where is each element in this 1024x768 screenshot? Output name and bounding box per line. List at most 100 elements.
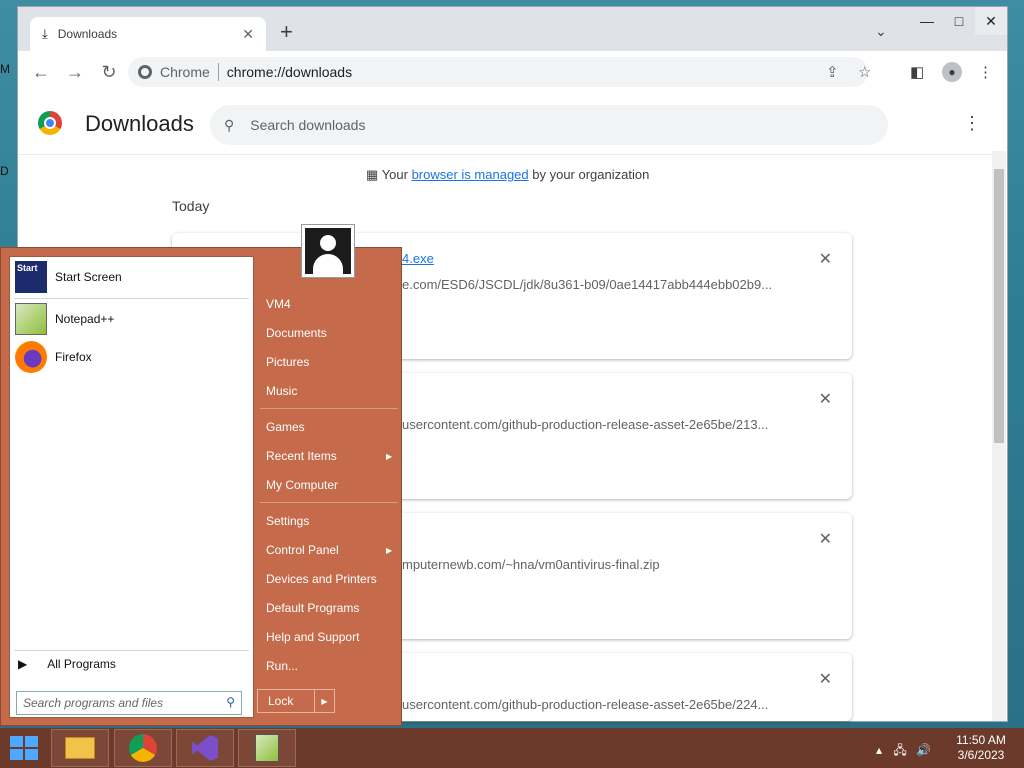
date-section-header: Today (172, 198, 210, 214)
browser-toolbar: ← → ↻ Chrome chrome://downloads ⇪ ☆ ◧ ● … (18, 51, 1007, 93)
desktop-icon-label: D (0, 164, 9, 178)
tab-search-icon[interactable]: ⌄ (875, 23, 887, 40)
taskbar-chrome[interactable] (114, 729, 172, 767)
divider (14, 650, 249, 651)
divider (14, 298, 249, 299)
firefox-label: Firefox (55, 350, 92, 364)
all-programs-label: All Programs (47, 657, 116, 671)
chrome-menu-icon[interactable]: ⋮ (978, 63, 993, 81)
control-panel-label: Control Panel (266, 543, 339, 557)
download-icon: ⤓ (42, 26, 48, 41)
start-item-documents[interactable]: Documents (266, 326, 327, 340)
side-panel-icon[interactable]: ◧ (910, 63, 924, 81)
start-menu: Start Start Screen Notepad++ Firefox ▶ A… (0, 247, 402, 726)
window-controls: — □ ✕ (911, 7, 1007, 35)
start-search-placeholder: Search programs and files (23, 696, 164, 710)
taskbar-visual-studio[interactable] (176, 729, 234, 767)
clock[interactable]: 11:50 AM 3/6/2023 (946, 733, 1016, 763)
search-icon: ⚲ (224, 116, 235, 133)
download-source-url[interactable]: e.com/ESD6/JSCDL/jdk/8u361-b09/0ae14417a… (402, 277, 772, 292)
address-bar[interactable]: Chrome chrome://downloads ⇪ ☆ (128, 57, 871, 87)
start-item-settings[interactable]: Settings (266, 514, 309, 528)
start-item-run[interactable]: Run... (266, 659, 298, 673)
all-programs-button[interactable]: ▶ All Programs (18, 657, 116, 671)
reload-button[interactable]: ↻ (92, 62, 126, 83)
tab-close-icon[interactable]: ✕ (242, 26, 254, 43)
volume-icon[interactable]: 🔊 (916, 743, 931, 757)
clock-time: 11:50 AM (956, 733, 1006, 747)
vertical-scrollbar[interactable] (992, 151, 1006, 721)
more-actions-icon[interactable]: ⋮ (963, 113, 981, 134)
taskbar-notepad-plus-plus[interactable] (238, 729, 296, 767)
bookmark-star-icon[interactable]: ☆ (858, 63, 871, 81)
omnibox-divider (217, 63, 219, 81)
system-tray: ▴ 🖧 🔊 (876, 741, 931, 762)
download-source-url[interactable]: usercontent.com/github-production-releas… (402, 417, 768, 432)
start-item-help-and-support[interactable]: Help and Support (266, 630, 359, 644)
submenu-arrow-icon: ▶ (386, 546, 393, 555)
notepad-plus-plus-item[interactable]: Notepad++ (15, 303, 114, 335)
building-icon: ▦ (366, 167, 379, 182)
start-item-devices-and-printers[interactable]: Devices and Printers (266, 572, 377, 586)
firefox-item[interactable]: Firefox (15, 341, 92, 373)
new-tab-button[interactable]: + (280, 21, 293, 43)
close-button[interactable]: ✕ (975, 7, 1007, 35)
download-file-link[interactable]: 4.exe (402, 251, 434, 266)
clock-date: 3/6/2023 (957, 748, 1005, 762)
download-source-url[interactable]: usercontent.com/github-production-releas… (402, 697, 768, 712)
remove-download-icon[interactable]: ✕ (819, 669, 832, 689)
page-title: Downloads (85, 111, 194, 136)
power-options-arrow-icon[interactable]: ▶ (314, 690, 334, 712)
managed-link[interactable]: browser is managed (412, 167, 529, 182)
chrome-logo-icon (38, 111, 62, 135)
start-item-default-programs[interactable]: Default Programs (266, 601, 359, 615)
start-screen-item[interactable]: Start Start Screen (15, 261, 122, 293)
triangle-right-icon: ▶ (18, 657, 28, 671)
start-item-control-panel[interactable]: Control Panel ▶ (266, 543, 392, 557)
taskbar: ▴ 🖧 🔊 11:50 AM 3/6/2023 (0, 728, 1024, 768)
start-item-music[interactable]: Music (266, 384, 297, 398)
visual-studio-icon (192, 735, 218, 761)
tab-strip: ⤓ Downloads ✕ + ⌄ — □ ✕ (18, 7, 1007, 51)
share-icon[interactable]: ⇪ (826, 63, 839, 81)
show-hidden-icons-icon[interactable]: ▴ (876, 743, 882, 757)
desktop-icon-label: M (0, 62, 10, 76)
windows-start-icon[interactable] (10, 736, 38, 760)
maximize-button[interactable]: □ (943, 7, 975, 35)
taskbar-file-explorer[interactable] (51, 729, 109, 767)
search-downloads-input[interactable]: ⚲ Search downloads (210, 105, 888, 145)
notepad-plus-plus-label: Notepad++ (55, 312, 115, 326)
managed-suffix: by your organization (528, 167, 650, 182)
start-item-my-computer[interactable]: My Computer (266, 478, 338, 492)
profile-avatar-icon[interactable]: ● (942, 62, 962, 82)
lock-button[interactable]: Lock ▶ (257, 689, 335, 713)
firefox-icon (15, 341, 47, 373)
start-screen-label: Start Screen (55, 270, 122, 284)
start-item-recent-items[interactable]: Recent Items ▶ (266, 449, 392, 463)
recent-items-label: Recent Items (266, 449, 337, 463)
managed-prefix: Your (381, 167, 412, 182)
remove-download-icon[interactable]: ✕ (819, 529, 832, 549)
divider (260, 408, 398, 409)
scrollbar-thumb[interactable] (994, 169, 1004, 443)
back-button[interactable]: ← (24, 62, 58, 83)
notepad-plus-plus-icon (255, 734, 279, 762)
minimize-button[interactable]: — (911, 7, 943, 35)
start-menu-programs-pane: Start Start Screen Notepad++ Firefox ▶ A… (9, 256, 254, 718)
start-item-pictures[interactable]: Pictures (266, 355, 309, 369)
start-search-input[interactable]: Search programs and files ⚲ (16, 691, 242, 715)
tab-downloads[interactable]: ⤓ Downloads ✕ (30, 17, 266, 51)
forward-button[interactable]: → (58, 62, 92, 83)
remove-download-icon[interactable]: ✕ (819, 249, 832, 269)
download-source-url[interactable]: mputernewb.com/~hna/vm0antivirus-final.z… (402, 557, 660, 572)
remove-download-icon[interactable]: ✕ (819, 389, 832, 409)
start-item-vm4[interactable]: VM4 (266, 297, 291, 311)
url-text[interactable]: chrome://downloads (227, 64, 352, 80)
lock-label: Lock (268, 694, 294, 708)
folder-icon (65, 737, 95, 759)
search-icon[interactable]: ⚲ (226, 695, 235, 709)
notepad-plus-plus-icon (15, 303, 47, 335)
user-avatar[interactable] (301, 224, 355, 278)
network-icon[interactable]: 🖧 (893, 743, 906, 757)
start-item-games[interactable]: Games (266, 420, 305, 434)
